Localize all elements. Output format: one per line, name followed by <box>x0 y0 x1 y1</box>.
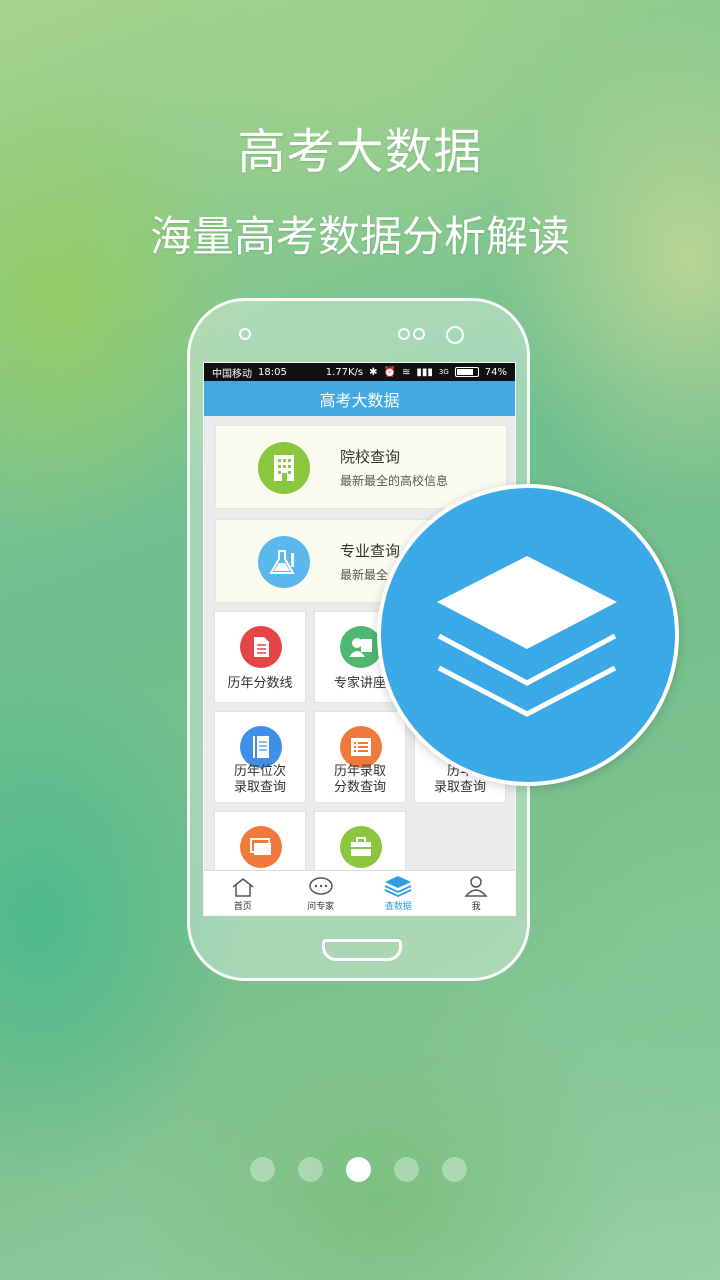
tab-home[interactable]: 首页 <box>204 871 282 915</box>
alarm-icon: ⏰ <box>383 366 396 378</box>
tile-label-line2: 录取查询 <box>233 780 286 795</box>
tab-me[interactable]: 我 <box>437 871 515 915</box>
page-dot[interactable] <box>250 1157 275 1182</box>
network-type: 3G <box>438 368 449 376</box>
feature-badge <box>377 484 679 786</box>
layers-icon <box>437 556 617 717</box>
tile-label: 历年位次 录取查询 <box>215 764 305 796</box>
bluetooth-icon: ✱ <box>369 366 378 378</box>
battery-level: 74% <box>484 366 507 378</box>
tile-label-line2: 分数查询 <box>333 780 386 795</box>
layers-icon <box>384 876 412 897</box>
page-dot-active[interactable] <box>346 1157 371 1182</box>
tab-ask-expert[interactable]: 问专家 <box>282 871 360 915</box>
tile-label-line1: 历年位次 <box>233 764 286 779</box>
tab-label: 我 <box>471 902 481 912</box>
wifi-icon: ≋ <box>401 366 411 378</box>
clock: 18:05 <box>258 366 287 378</box>
card-title: 院校查询 <box>340 448 401 466</box>
net-speed: 1.77K/s <box>325 366 364 378</box>
phone-sensor-icon <box>413 328 425 340</box>
flask-icon <box>258 536 310 588</box>
tile-rank-admission[interactable]: 历年位次 录取查询 <box>214 711 306 803</box>
tile-label-line1: 历年录取 <box>333 764 386 779</box>
tab-label: 查数据 <box>384 902 412 912</box>
headline-title: 高考大数据 <box>237 124 483 180</box>
battery-icon <box>454 367 479 377</box>
signal-icon: ▮▮▮ <box>416 366 433 378</box>
page-dot[interactable] <box>298 1157 323 1182</box>
home-icon <box>232 878 254 897</box>
toolbox-icon <box>340 826 382 868</box>
building-icon <box>258 442 310 494</box>
cards-icon <box>240 826 282 868</box>
phone-sensor-icon <box>398 328 410 340</box>
page-dot[interactable] <box>442 1157 467 1182</box>
tab-label: 首页 <box>233 902 252 912</box>
app-title: 高考大数据 <box>204 381 515 416</box>
tab-label: 问专家 <box>307 902 335 912</box>
tile-label-line2: 录取查询 <box>433 780 486 795</box>
card-desc: 最新最全的高校信息 <box>340 474 449 488</box>
phone-sensor-icon <box>239 328 251 340</box>
user-icon <box>464 876 488 897</box>
chat-icon <box>308 877 333 895</box>
phone-camera-icon <box>446 326 464 344</box>
page-indicator <box>250 1157 467 1182</box>
home-button[interactable] <box>322 939 402 961</box>
document-icon <box>240 626 282 668</box>
tab-query-data[interactable]: 查数据 <box>360 871 438 915</box>
book-icon <box>240 726 282 768</box>
page-dot[interactable] <box>394 1157 419 1182</box>
status-bar: 中国移动 18:05 1.77K/s ✱ ⏰ ≋ ▮▮▮ 3G 74% <box>204 363 515 381</box>
tile-label: 历年分数线 <box>227 676 293 691</box>
list-icon <box>340 726 382 768</box>
tab-bar: 首页 问专家 查数据 我 <box>204 870 515 915</box>
expert-icon <box>340 626 382 668</box>
headline-subtitle: 海量高考数据分析解读 <box>149 212 570 261</box>
tile-score-lines[interactable]: 历年分数线 <box>214 611 306 703</box>
carrier: 中国移动 <box>212 368 252 380</box>
